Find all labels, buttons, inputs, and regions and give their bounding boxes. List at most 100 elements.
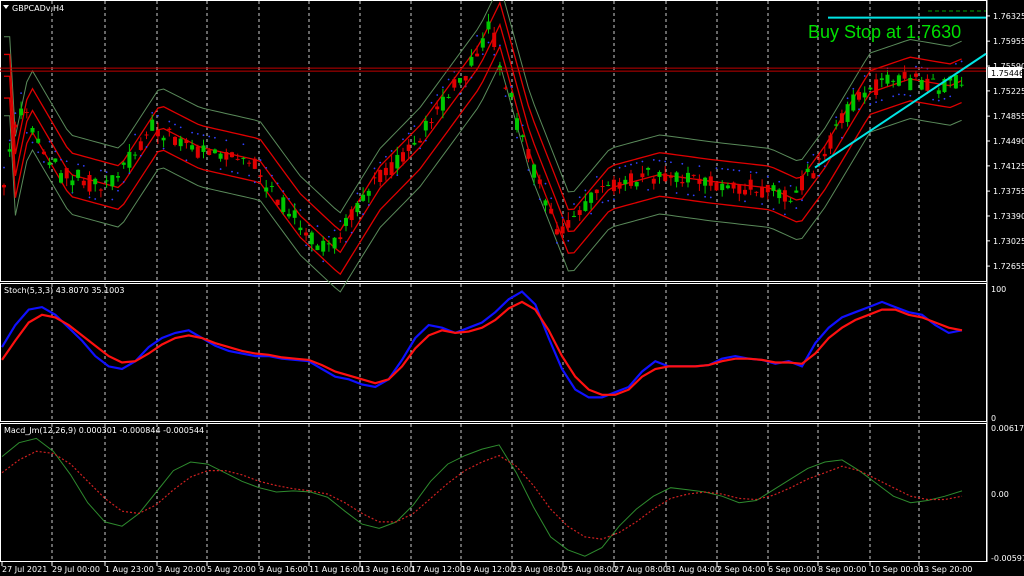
candle-body[interactable] [480, 38, 485, 48]
candle-body[interactable] [646, 167, 651, 170]
candle-body[interactable] [611, 179, 616, 192]
candle-body[interactable] [594, 189, 599, 194]
candle-body[interactable] [269, 185, 274, 187]
candle-body[interactable] [7, 149, 12, 152]
candle-body[interactable] [919, 79, 924, 90]
candle-body[interactable] [509, 92, 514, 98]
candle-body[interactable] [389, 162, 394, 176]
candle-body[interactable] [167, 128, 172, 131]
candle-body[interactable] [891, 80, 896, 82]
candle-body[interactable] [224, 151, 229, 160]
candle-body[interactable] [19, 108, 24, 116]
candle-body[interactable] [406, 144, 411, 151]
candle-body[interactable] [110, 175, 115, 187]
candle-body[interactable] [446, 96, 451, 98]
candle-body[interactable] [765, 184, 770, 193]
candle-body[interactable] [857, 92, 861, 100]
candle-body[interactable] [440, 96, 445, 111]
candle-body[interactable] [828, 135, 833, 149]
candle-body[interactable] [173, 136, 177, 145]
candle-body[interactable] [600, 186, 605, 188]
candle-body[interactable] [743, 189, 747, 195]
candle-body[interactable] [725, 185, 730, 189]
candle-body[interactable] [668, 176, 673, 178]
candle-body[interactable] [64, 168, 69, 179]
candle-body[interactable] [503, 87, 508, 89]
candle-body[interactable] [754, 191, 759, 193]
candle-body[interactable] [349, 209, 354, 221]
candle-body[interactable] [731, 182, 736, 189]
candle-body[interactable] [959, 84, 964, 86]
candle-body[interactable] [526, 149, 531, 159]
candle-body[interactable] [435, 106, 440, 110]
candle-body[interactable] [70, 180, 75, 186]
candle-body[interactable] [36, 138, 41, 143]
candle-body[interactable] [805, 168, 810, 173]
candle-body[interactable] [133, 154, 138, 156]
candle-body[interactable] [361, 194, 366, 201]
candle-body[interactable] [469, 56, 474, 66]
candle-body[interactable] [862, 92, 867, 98]
candle-body[interactable] [383, 167, 388, 176]
trading-chart[interactable]: 1.763251.759551.755901.752251.748551.744… [0, 0, 1024, 576]
candle-body[interactable] [87, 175, 92, 192]
candle-body[interactable] [760, 186, 765, 198]
candle-body[interactable] [190, 145, 195, 150]
candle-body[interactable] [902, 72, 907, 79]
candle-body[interactable] [925, 78, 930, 91]
candle-body[interactable] [76, 169, 81, 178]
candle-body[interactable] [463, 75, 468, 81]
candle-body[interactable] [2, 184, 6, 188]
candle-body[interactable] [24, 112, 29, 114]
candle-body[interactable] [794, 190, 799, 193]
candle-body[interactable] [184, 139, 189, 144]
candle-body[interactable] [116, 176, 120, 178]
candle-body[interactable] [577, 210, 582, 215]
candle-body[interactable] [235, 158, 240, 160]
candle-body[interactable] [332, 237, 337, 249]
candle-body[interactable] [885, 74, 890, 84]
candle-body[interactable] [651, 178, 656, 184]
candle-body[interactable] [834, 124, 839, 126]
candle-body[interactable] [207, 150, 212, 156]
candle-body[interactable] [486, 21, 491, 30]
candle-body[interactable] [59, 173, 63, 183]
candle-body[interactable] [344, 217, 348, 226]
candle-body[interactable] [201, 145, 206, 152]
candle-body[interactable] [697, 178, 702, 184]
candle-body[interactable] [788, 200, 793, 202]
candle-body[interactable] [845, 104, 850, 122]
candle-body[interactable] [839, 113, 844, 124]
candle-body[interactable] [936, 90, 941, 94]
candle-body[interactable] [554, 229, 559, 235]
candle-body[interactable] [195, 146, 200, 158]
candle-body[interactable] [686, 172, 690, 183]
candle-body[interactable] [737, 184, 742, 194]
candle-body[interactable] [606, 184, 611, 186]
candle-body[interactable] [617, 182, 622, 189]
candle-body[interactable] [879, 78, 884, 81]
candle-body[interactable] [230, 152, 234, 158]
candle-body[interactable] [452, 79, 457, 88]
candle-body[interactable] [703, 177, 708, 186]
candle-body[interactable] [161, 137, 166, 141]
candle-body[interactable] [777, 189, 782, 199]
candle-body[interactable] [321, 240, 326, 252]
candle-body[interactable] [418, 140, 423, 143]
candle-body[interactable] [178, 138, 183, 147]
candle-body[interactable] [150, 119, 155, 131]
candle-body[interactable] [212, 149, 217, 154]
candle-body[interactable] [720, 183, 725, 191]
candle-body[interactable] [30, 127, 35, 133]
candle-body[interactable] [492, 32, 497, 47]
candle-body[interactable] [281, 197, 286, 213]
candle-body[interactable] [292, 210, 297, 218]
candle-body[interactable] [326, 243, 331, 245]
candle-body[interactable] [475, 53, 480, 57]
candle-body[interactable] [47, 162, 52, 166]
candle-body[interactable] [144, 134, 149, 136]
candle-body[interactable] [304, 232, 309, 236]
candle-body[interactable] [874, 79, 879, 95]
candle-body[interactable] [338, 237, 343, 240]
candle-body[interactable] [287, 213, 291, 217]
